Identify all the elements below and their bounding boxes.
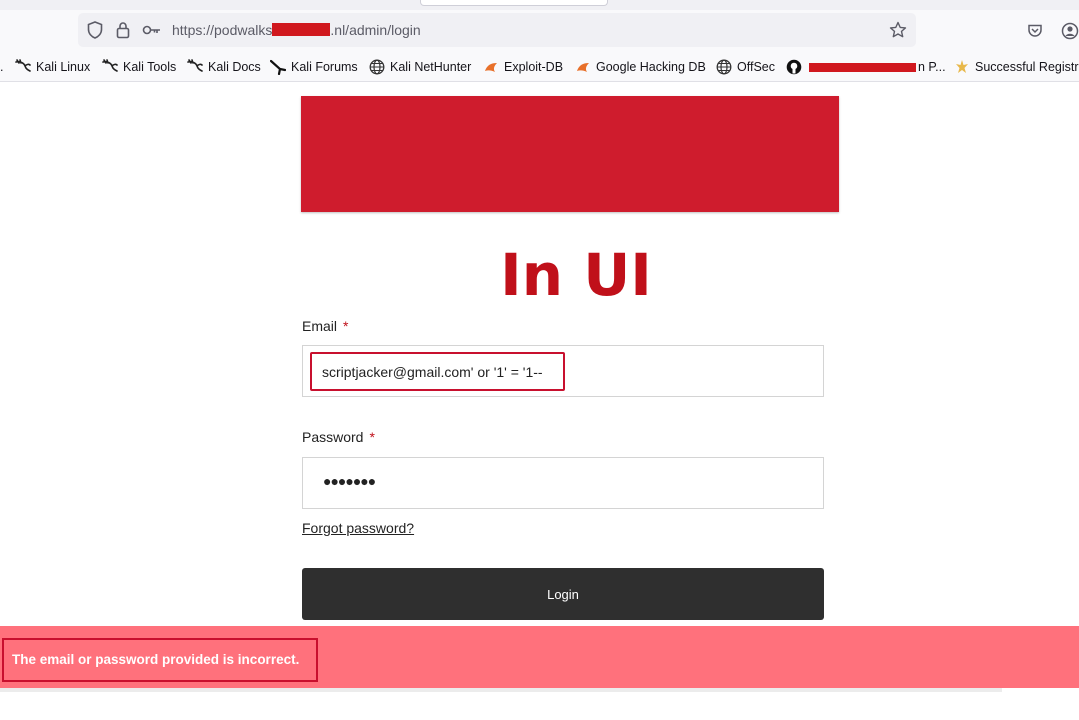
bookmark-kali-tools[interactable]: Kali Tools: [102, 59, 176, 75]
bookmark-exploit-db[interactable]: Exploit-DB: [483, 59, 563, 75]
password-field[interactable]: ●●●●●●●: [302, 457, 824, 509]
globe-icon: [369, 59, 385, 75]
required-marker: *: [369, 429, 375, 445]
annotation-title: In UI: [500, 241, 652, 309]
github-icon: [786, 59, 802, 75]
exploit-db-icon: [483, 59, 499, 75]
kali-dragon-icon: [15, 59, 31, 75]
redacted-logo-banner: [301, 96, 839, 212]
redaction-bar: [809, 62, 916, 72]
lock-icon[interactable]: [114, 21, 132, 39]
bookmark-kali-docs[interactable]: Kali Docs: [187, 59, 261, 75]
globe-icon: [716, 59, 732, 75]
bookmarks-toolbar: . Kali Linux Kali Tools Kali Docs Kali F…: [0, 52, 1079, 82]
active-tab[interactable]: [420, 0, 608, 6]
bookmark-kali-forums[interactable]: Kali Forums: [270, 59, 358, 75]
required-marker: *: [343, 318, 349, 334]
kali-dragon-icon: [102, 59, 118, 75]
bookmark-successful-registration[interactable]: Successful Registra: [954, 59, 1079, 75]
kali-dragon-icon: [187, 59, 203, 75]
shield-icon[interactable]: [86, 21, 104, 39]
key-icon[interactable]: [141, 21, 163, 39]
toast-progress-bar: [0, 688, 1002, 692]
password-label: Password *: [302, 429, 375, 445]
navigation-toolbar: https://podwalks .nl/admin/login: [0, 10, 1079, 52]
bookmark-partial[interactable]: .: [0, 59, 3, 75]
bookmark-google-hacking-db[interactable]: Google Hacking DB: [575, 59, 706, 75]
annotation-highlight-toast: [2, 638, 318, 682]
email-label: Email *: [302, 318, 349, 334]
exploit-db-icon: [575, 59, 591, 75]
url-bar[interactable]: https://podwalks .nl/admin/login: [78, 13, 916, 47]
redaction-bar: [272, 23, 331, 36]
kali-forums-icon: [270, 59, 286, 75]
bookmark-kali-linux[interactable]: Kali Linux: [15, 59, 90, 75]
url-text[interactable]: https://podwalks .nl/admin/login: [172, 22, 421, 38]
password-mask: ●●●●●●●: [323, 473, 376, 489]
forgot-password-link[interactable]: Forgot password?: [302, 520, 414, 536]
account-icon[interactable]: [1060, 21, 1079, 41]
bookmark-offsec[interactable]: OffSec: [716, 59, 775, 75]
bookmark-kali-nethunter[interactable]: Kali NetHunter: [369, 59, 471, 75]
annotation-highlight-email: [310, 352, 565, 391]
pocket-icon[interactable]: [1025, 21, 1045, 41]
login-button[interactable]: Login: [302, 568, 824, 620]
tab-strip: [0, 0, 1079, 10]
bookmark-favicon-icon: [954, 59, 970, 75]
bookmark-github[interactable]: n P...: [786, 59, 946, 75]
bookmark-star-icon[interactable]: [889, 21, 907, 39]
